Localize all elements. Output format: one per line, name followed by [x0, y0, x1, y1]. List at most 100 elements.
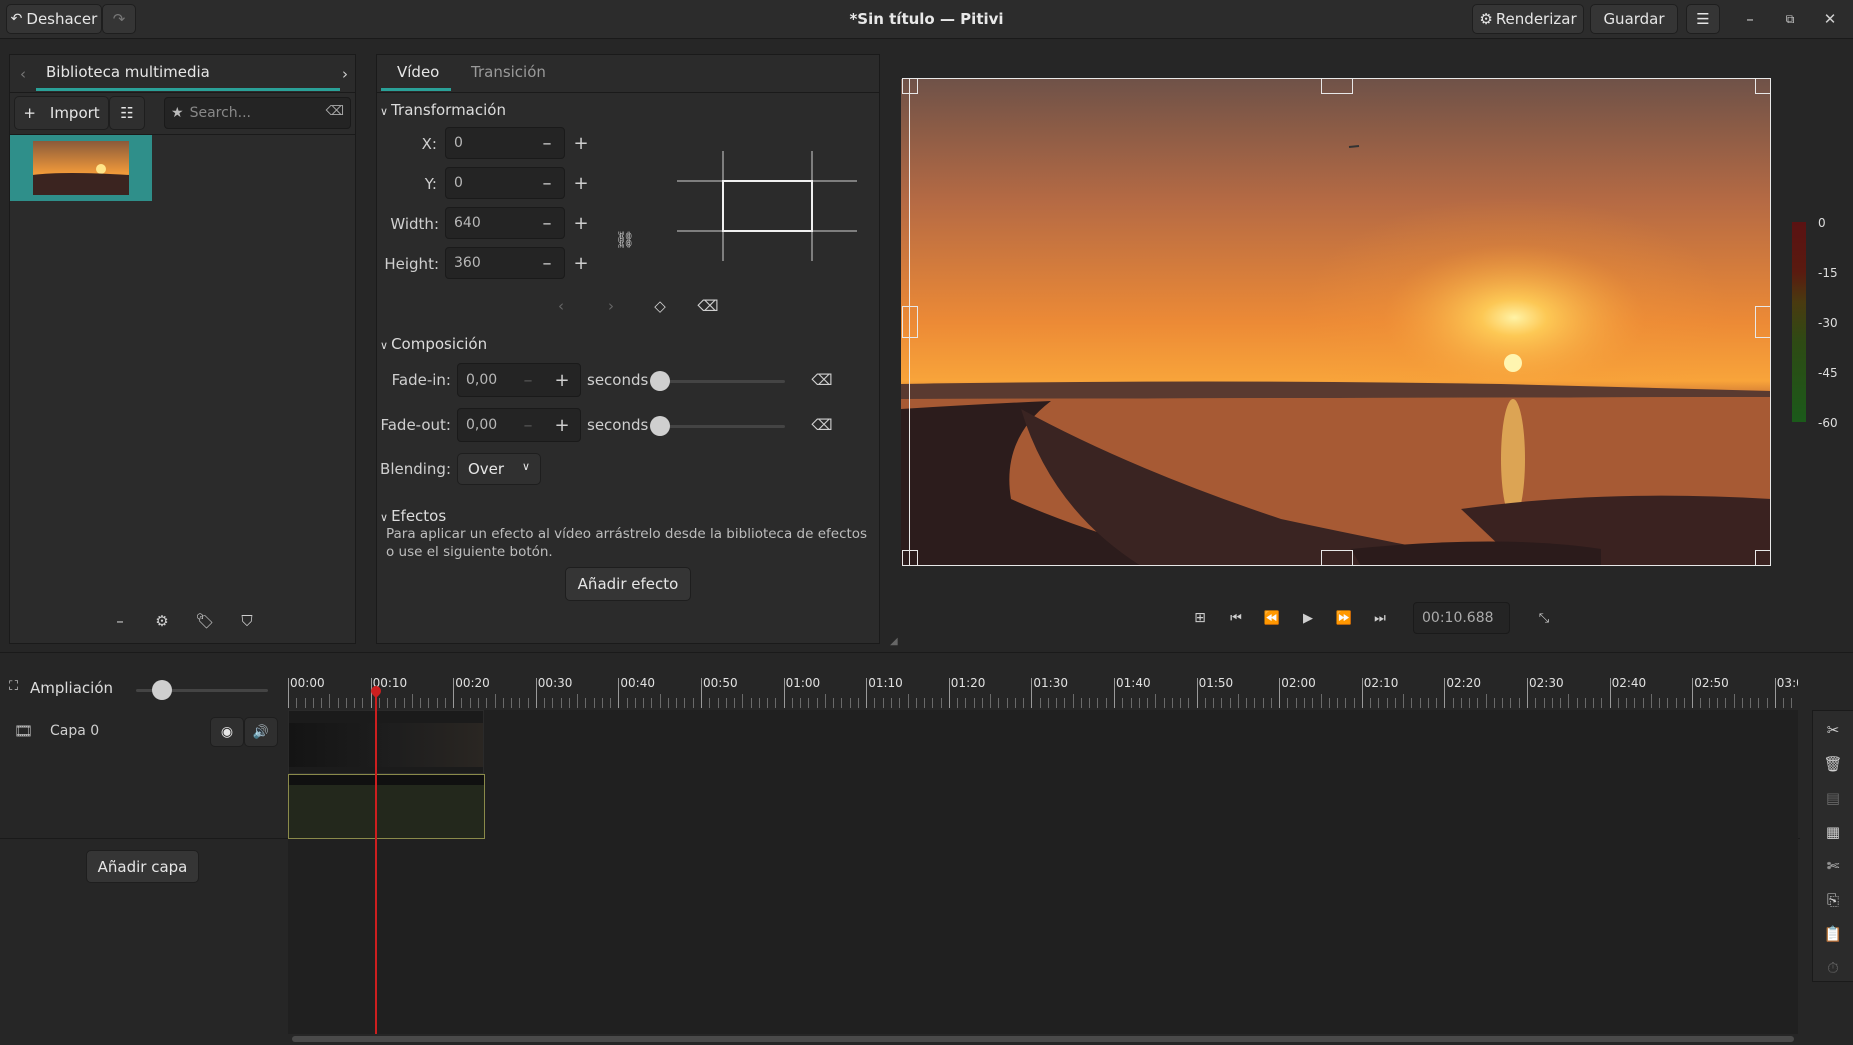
- tab-scroll-left[interactable]: ‹: [12, 59, 34, 89]
- ruler-minor-tick: [1039, 698, 1041, 708]
- go-to-end-button[interactable]: ⏭: [1368, 606, 1392, 630]
- next-keyframe-button[interactable]: ›: [601, 295, 621, 317]
- width-decrement-button[interactable]: –: [530, 206, 564, 240]
- video-clip[interactable]: [288, 710, 484, 774]
- ruler-minor-tick: [1650, 694, 1652, 708]
- resize-handle-top[interactable]: [1321, 78, 1353, 94]
- y-decrement-button[interactable]: –: [530, 166, 564, 200]
- tag-button[interactable]: 🏷: [193, 608, 217, 634]
- transform-preview-widget[interactable]: [677, 151, 857, 261]
- play-button[interactable]: ▶: [1296, 606, 1320, 630]
- ruler-label: 01:40: [1116, 676, 1151, 690]
- save-button[interactable]: Guardar: [1590, 4, 1678, 34]
- ruler-minor-tick: [899, 698, 901, 708]
- tracks-area[interactable]: [288, 710, 1798, 1036]
- fadein-slider-track[interactable]: [659, 380, 785, 383]
- resize-handle-left[interactable]: [902, 306, 918, 338]
- tab-video[interactable]: Vídeo: [381, 55, 451, 91]
- ruler-major-tick: [701, 678, 702, 708]
- snap-button[interactable]: ⏱: [1815, 952, 1851, 984]
- rewind-button[interactable]: ⏪: [1260, 606, 1284, 630]
- zoom-fit-button[interactable]: ⛶: [9, 679, 25, 695]
- close-button[interactable]: ✕: [1818, 4, 1842, 34]
- layer-visibility-button[interactable]: ◉: [210, 717, 244, 747]
- resize-handle-top-right[interactable]: [1755, 78, 1771, 94]
- playhead-line[interactable]: [375, 686, 377, 1036]
- ruler-minor-tick: [1370, 698, 1372, 708]
- fadein-increment-button[interactable]: +: [545, 363, 579, 397]
- transformation-expander[interactable]: ∨ Transformación: [380, 101, 506, 119]
- time-ruler[interactable]: 00:00 00:10 00:20 00:30 00:40 00:50 01:00 01:10…: [288, 662, 1798, 708]
- resize-handle-right[interactable]: [1755, 306, 1771, 338]
- zoom-slider-knob[interactable]: [152, 680, 172, 700]
- speaker-icon: 🔊: [252, 724, 270, 740]
- audio-clip[interactable]: [288, 774, 485, 839]
- delete-clip-button[interactable]: 🗑: [1815, 748, 1851, 780]
- minimize-button[interactable]: –: [1738, 4, 1762, 34]
- render-button[interactable]: ⚙ Renderizar: [1472, 4, 1584, 34]
- y-increment-button[interactable]: +: [564, 166, 598, 200]
- menu-button[interactable]: ☰: [1686, 4, 1720, 34]
- chevron-down-icon: ∨: [380, 511, 389, 524]
- go-to-start-button[interactable]: ⏮: [1224, 606, 1248, 630]
- blending-select[interactable]: Over ∨: [457, 453, 541, 485]
- clear-search-icon[interactable]: ⌫: [326, 104, 344, 119]
- clip-properties-button[interactable]: ⚙: [150, 608, 174, 634]
- fast-forward-button[interactable]: ⏩: [1332, 606, 1356, 630]
- effects-expander[interactable]: ∨ Efectos: [380, 507, 446, 525]
- fadein-slider-knob[interactable]: [650, 371, 670, 391]
- maximize-button[interactable]: ⧉: [1778, 4, 1802, 34]
- add-keyframe-button[interactable]: ◇: [649, 295, 671, 317]
- ruler-minor-tick: [1741, 698, 1743, 708]
- height-increment-button[interactable]: +: [564, 246, 598, 280]
- cut-button[interactable]: ✄: [1815, 850, 1851, 882]
- width-increment-button[interactable]: +: [564, 206, 598, 240]
- resize-handle-bottom-right[interactable]: [1755, 550, 1771, 566]
- tab-scroll-right[interactable]: ›: [334, 59, 356, 89]
- undock-viewer-button[interactable]: ⤡: [1532, 606, 1556, 630]
- chain-link-icon: ⛓: [614, 229, 636, 249]
- ungroup-button[interactable]: ▦: [1815, 816, 1851, 848]
- chevron-down-icon: ∨: [521, 460, 530, 473]
- ruler-minor-tick: [767, 698, 769, 708]
- resize-handle-bottom[interactable]: [1321, 550, 1353, 566]
- composition-expander[interactable]: ∨ Composición: [380, 335, 487, 353]
- timeline-scrollbar-thumb[interactable]: [292, 1036, 1794, 1042]
- resize-handle-bottom-left[interactable]: [902, 550, 918, 566]
- import-button[interactable]: + Import: [14, 96, 109, 130]
- paste-button[interactable]: 📋: [1815, 918, 1851, 950]
- reset-transform-button[interactable]: ⌫: [697, 295, 719, 317]
- x-increment-button[interactable]: +: [564, 126, 598, 160]
- fadeout-slider-track[interactable]: [659, 425, 785, 428]
- skip-end-icon: ⏭: [1374, 610, 1386, 626]
- search-input[interactable]: ★ Search... ⌫: [164, 97, 351, 129]
- group-button[interactable]: ▤: [1815, 782, 1851, 814]
- layer-audio-button[interactable]: 🔊: [244, 717, 278, 747]
- remove-media-button[interactable]: –: [108, 608, 132, 634]
- ruler-minor-tick: [1733, 694, 1735, 708]
- proxy-button[interactable]: ⛉: [235, 608, 259, 634]
- list-view-button[interactable]: ☷: [109, 96, 145, 130]
- pane-resize-grip[interactable]: ◢: [890, 636, 904, 650]
- fadein-reset-button[interactable]: ⌫: [811, 369, 833, 391]
- media-thumbnail[interactable]: [10, 135, 152, 201]
- tab-media-library[interactable]: Biblioteca multimedia: [36, 55, 340, 91]
- tab-transition[interactable]: Transición: [459, 55, 559, 91]
- resize-handle-top-left[interactable]: [902, 78, 918, 94]
- safe-areas-button[interactable]: ⊞: [1188, 606, 1212, 630]
- fadeout-slider-knob[interactable]: [650, 416, 670, 436]
- copy-button[interactable]: ⎘: [1815, 884, 1851, 916]
- fadein-decrement-button[interactable]: –: [511, 363, 545, 397]
- prev-keyframe-button[interactable]: ‹: [551, 295, 571, 317]
- fadeout-increment-button[interactable]: +: [545, 408, 579, 442]
- timecode-field[interactable]: 00:10.688: [1413, 602, 1510, 634]
- fadeout-decrement-button[interactable]: –: [511, 408, 545, 442]
- add-layer-button[interactable]: Añadir capa: [86, 850, 199, 883]
- split-clip-button[interactable]: ✂: [1815, 714, 1851, 746]
- link-aspect-button[interactable]: ⛓: [613, 227, 637, 251]
- add-effect-button[interactable]: Añadir efecto: [565, 567, 691, 601]
- ruler-minor-tick: [717, 698, 719, 708]
- height-decrement-button[interactable]: –: [530, 246, 564, 280]
- fadeout-reset-button[interactable]: ⌫: [811, 414, 833, 436]
- x-decrement-button[interactable]: –: [530, 126, 564, 160]
